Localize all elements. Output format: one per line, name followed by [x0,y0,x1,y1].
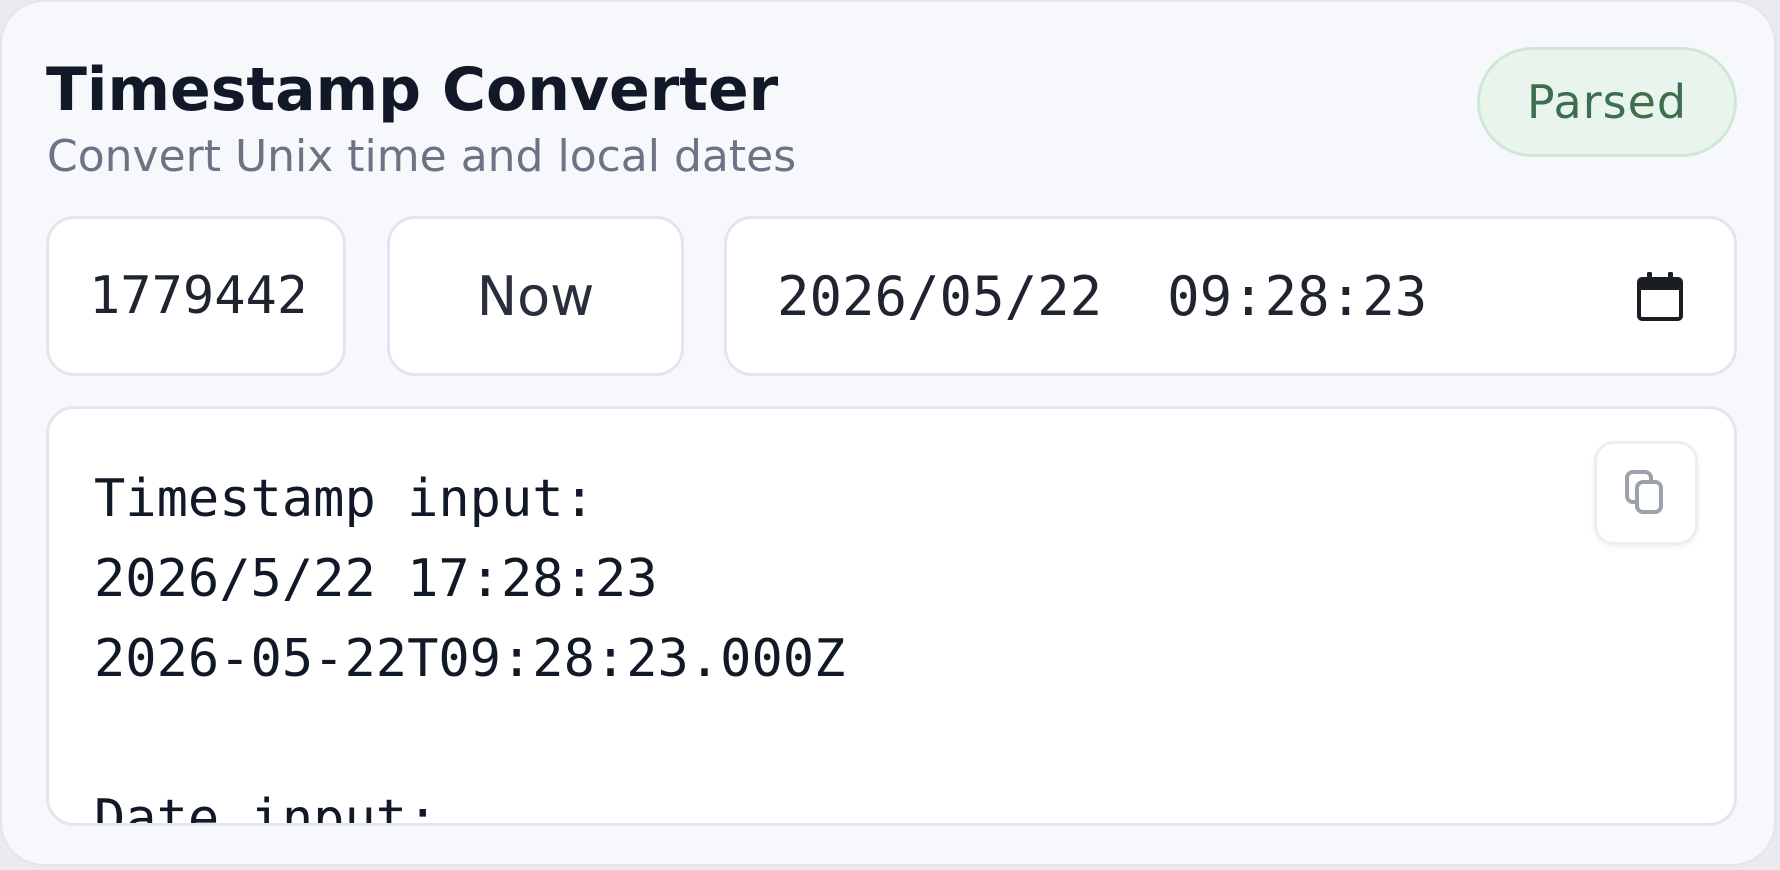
output-text: Timestamp input: 2026/5/22 17:28:23 2026… [94,469,846,826]
copy-button[interactable] [1594,441,1698,545]
output-panel: Timestamp input: 2026/5/22 17:28:23 2026… [46,406,1737,826]
timestamp-input[interactable] [46,216,346,376]
now-button[interactable]: Now [387,216,684,376]
page-title: Timestamp Converter [46,55,779,125]
date-input-value: 2026/05/22 09:28:23 [777,264,1428,328]
timestamp-converter-card: Timestamp Converter Convert Unix time an… [0,0,1776,866]
page-subtitle: Convert Unix time and local dates [47,131,797,182]
status-badge: Parsed [1477,47,1737,157]
copy-icon [1625,470,1663,514]
date-input[interactable]: 2026/05/22 09:28:23 [724,216,1737,376]
calendar-icon[interactable] [1636,270,1684,322]
